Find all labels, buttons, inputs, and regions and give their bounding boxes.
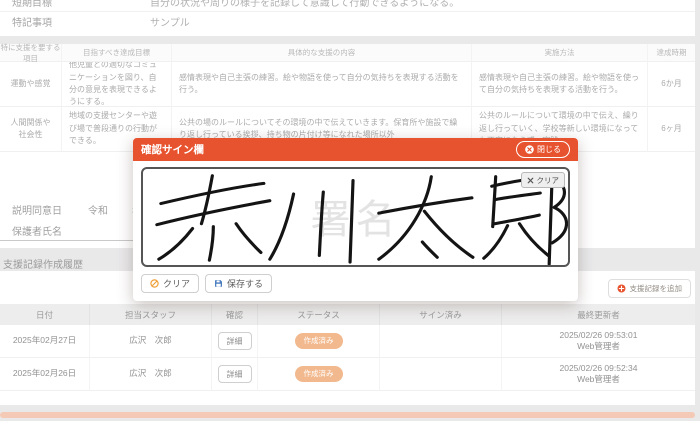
plan-col-header: 具体的な支援の内容 [172, 44, 472, 62]
history-cell-date: 2025年02月27日 [0, 325, 90, 358]
signature-canvas[interactable]: 署名 [141, 167, 570, 267]
plan-cell-period: 6か月 [648, 62, 695, 107]
save-label: 保存する [227, 277, 263, 290]
consent-date-label: 説明同意日 [12, 202, 62, 217]
save-disk-icon [214, 279, 223, 288]
overview-label: 短期目標 [12, 0, 52, 9]
add-record-label: 支援記録を追加 [630, 283, 683, 294]
add-record-button[interactable]: 支援記録を追加 [608, 279, 692, 298]
signature-modal: 確認サイン欄 閉じる 署名 [133, 138, 578, 301]
clear-circle-icon [150, 279, 159, 288]
status-badge: 作成済み [295, 333, 343, 348]
history-cell-detail: 詳細 [212, 325, 258, 358]
updated-timestamp: 2025/02/26 09:52:34 [560, 363, 638, 374]
history-section-title: 支援記録作成履歴 [3, 256, 83, 271]
overview-row-notes: 特記事項 サンプル [0, 12, 695, 36]
history-cell-signed [380, 358, 502, 391]
plan-cell-method: 感情表現や自己主張の練習。絵や物語を使って自分の気持ちを表現する活動を行う。 [472, 62, 648, 107]
close-label: 閉じる [537, 144, 561, 155]
history-col-header: 確認 [212, 304, 258, 325]
guardian-name-label: 保護者氏名 [12, 223, 62, 238]
detail-button[interactable]: 詳細 [218, 332, 252, 350]
history-col-header: ステータス [258, 304, 380, 325]
overview-value: 自分の状況や周りの様子を記録して意識して行動できるようになる。 [150, 0, 459, 9]
history-cell-updated: 2025/02/26 09:53:01 Web管理者 [502, 325, 695, 358]
bottom-accent-bar [0, 412, 695, 418]
history-cell-signed [380, 325, 502, 358]
overview-value: サンプル [150, 12, 190, 36]
support-plan-table: 特に支援を要する項目 目指すべき達成目標 具体的な支援の内容 実施方法 達成時期… [0, 44, 695, 152]
updated-timestamp: 2025/02/26 09:53:01 [560, 330, 638, 341]
overview-label: 特記事項 [12, 12, 52, 36]
history-cell-status: 作成済み [258, 325, 380, 358]
x-icon [527, 177, 534, 184]
plan-cell-item: 運動や感覚 [0, 62, 62, 107]
plan-col-header: 達成時期 [648, 44, 695, 62]
clear-button[interactable]: クリア [141, 274, 199, 293]
history-cell-staff: 広沢 次郎 [90, 325, 212, 358]
history-cell-status: 作成済み [258, 358, 380, 391]
history-cell-detail: 詳細 [212, 358, 258, 391]
canvas-clear-label: クリア [537, 175, 560, 186]
plan-cell-period: 6ヶ月 [648, 107, 695, 152]
canvas-clear-button[interactable]: クリア [521, 172, 566, 188]
history-cell-updated: 2025/02/26 09:52:34 Web管理者 [502, 358, 695, 391]
plan-col-header: 実施方法 [472, 44, 648, 62]
updated-by: Web管理者 [577, 374, 620, 385]
history-cell-date: 2025年02月26日 [0, 358, 90, 391]
plan-col-header: 目指すべき達成目標 [62, 44, 172, 62]
history-col-header: 日付 [0, 304, 90, 325]
updated-by: Web管理者 [577, 341, 620, 352]
clear-label: クリア [163, 277, 190, 290]
signature-modal-title: 確認サイン欄 [141, 142, 204, 157]
history-col-header: サイン済み [380, 304, 502, 325]
signature-modal-footer: クリア 保存する [141, 274, 272, 293]
plan-cell-content: 感情表現や自己主張の練習。絵や物語を使って自分の気持ちを表現する活動を行う。 [172, 62, 472, 107]
plan-cell-item: 人間関係や社会性 [0, 107, 62, 152]
history-table: 日付 担当スタッフ 確認 ステータス サイン済み 最終更新者 2025年02月2… [0, 304, 695, 391]
handwritten-signature [143, 169, 568, 265]
signature-modal-header: 確認サイン欄 閉じる [133, 138, 578, 161]
plan-col-header: 特に支援を要する項目 [0, 44, 62, 62]
history-col-header: 最終更新者 [502, 304, 695, 325]
history-cell-staff: 広沢 次郎 [90, 358, 212, 391]
era-label: 令和 [88, 202, 108, 217]
close-icon [525, 145, 534, 154]
overview-section: 短期目標 自分の状況や周りの様子を記録して意識して行動できるようになる。 特記事… [0, 0, 695, 36]
plus-circle-icon [617, 284, 626, 293]
detail-button[interactable]: 詳細 [218, 365, 252, 383]
history-col-header: 担当スタッフ [90, 304, 212, 325]
overview-row-short-term-goal: 短期目標 自分の状況や周りの様子を記録して意識して行動できるようになる。 [0, 0, 695, 12]
save-button[interactable]: 保存する [205, 274, 272, 293]
plan-cell-goal: 他児童との適切なコミュニケーションを図り、自分の意見を表現できるようにする。 [62, 62, 172, 107]
close-button[interactable]: 閉じる [516, 141, 570, 158]
status-badge: 作成済み [295, 366, 343, 381]
